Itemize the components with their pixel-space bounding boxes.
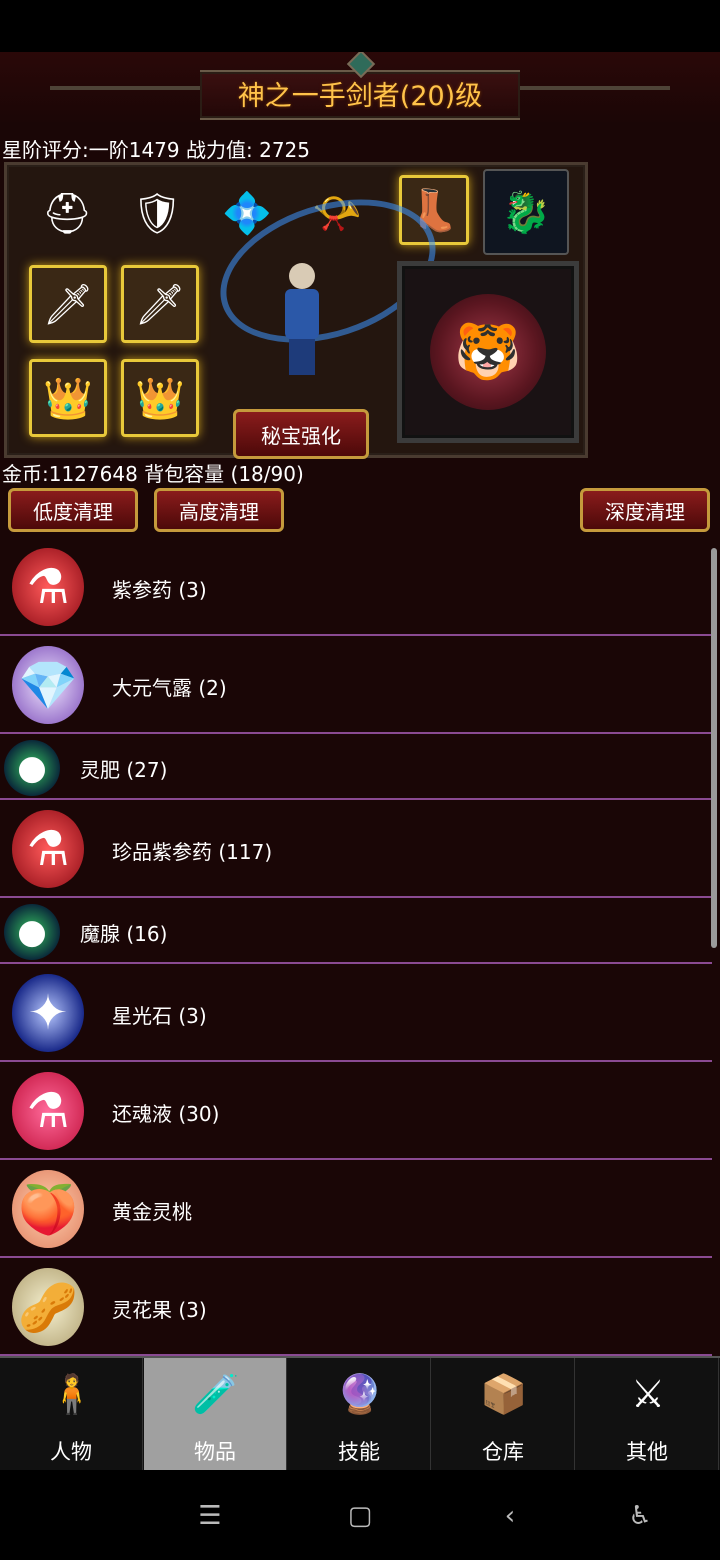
item-name: 还魂液 (30) xyxy=(112,1102,220,1126)
list-item[interactable]: ● 魔腺 (16) xyxy=(0,898,712,964)
orb-icon: ● xyxy=(4,904,60,960)
gold-and-bag-capacity: 金币:1127648 背包容量 (18/90) xyxy=(2,462,304,486)
tab-label: 技能 xyxy=(338,1440,380,1464)
back-icon[interactable]: ‹ xyxy=(490,1498,530,1534)
tab-label: 其他 xyxy=(626,1440,668,1464)
inventory-scrollbar[interactable] xyxy=(711,548,717,948)
high-clean-button[interactable]: 高度清理 xyxy=(154,488,284,532)
deep-clean-button[interactable]: 深度清理 xyxy=(580,488,710,532)
list-item[interactable]: ⚗ 珍品紫参药 (117) xyxy=(0,800,712,898)
peach-icon: 🍑 xyxy=(12,1170,84,1248)
potion-bag-icon: 🧪 xyxy=(192,1371,240,1416)
equipment-panel: ⛑ 🛡 💠 📯 👢 🐉 🗡 🗡 👑 👑 🐯 秘宝强化 xyxy=(4,162,588,459)
nut-icon: 🥜 xyxy=(12,1268,84,1346)
helmet-slot[interactable]: ⛑ xyxy=(31,177,103,249)
tab-items[interactable]: 🧪 物品 xyxy=(144,1358,287,1470)
sword-shield-icon: ⚔ xyxy=(630,1372,666,1416)
storage-icon: 📦 xyxy=(480,1371,528,1416)
status-bar xyxy=(0,0,720,52)
title-banner: 神之一手剑者(20)级 xyxy=(0,52,720,122)
character-title: 神之一手剑者(20)级 xyxy=(237,81,483,112)
menu-icon[interactable]: ☰ xyxy=(190,1498,230,1534)
tab-other[interactable]: ⚔ 其他 xyxy=(576,1358,719,1470)
item-name: 魔腺 (16) xyxy=(80,922,168,946)
accessibility-icon[interactable]: ♿ xyxy=(620,1498,660,1534)
list-item[interactable]: ⚗ 还魂液 (30) xyxy=(0,1062,712,1160)
character-avatar xyxy=(247,253,357,403)
crown-slot-1[interactable]: 👑 xyxy=(29,359,107,437)
tab-storage[interactable]: 📦 仓库 xyxy=(432,1358,575,1470)
item-name: 大元气露 (2) xyxy=(112,676,227,700)
inventory-list: ⚗ 紫参药 (3) 💎 大元气露 (2) ● 灵肥 (27) ⚗ 珍品紫参药 (… xyxy=(0,538,712,1408)
crown-icon: 👑 xyxy=(43,375,93,422)
armor-slot[interactable]: 🛡 xyxy=(121,177,193,249)
item-name: 星光石 (3) xyxy=(112,1004,207,1028)
tiger-pet-icon: 🐯 xyxy=(430,294,546,410)
crown-slot-2[interactable]: 👑 xyxy=(121,359,199,437)
system-navigation-bar: ☰ ▢ ‹ ♿ xyxy=(0,1470,720,1560)
bottom-nav: 🧍 人物 🧪 物品 🔮 技能 📦 仓库 ⚔ 其他 xyxy=(0,1356,720,1470)
weapon-slot-1[interactable]: 🗡 xyxy=(29,265,107,343)
red-potion-icon: ⚗ xyxy=(12,810,84,888)
skill-orb-icon: 🔮 xyxy=(336,1371,384,1416)
treasure-enhance-button[interactable]: 秘宝强化 xyxy=(233,409,369,459)
sword-icon: 🗡 xyxy=(42,281,94,328)
list-item[interactable]: 🥜 灵花果 (3) xyxy=(0,1258,712,1356)
pink-potion-icon: ⚗ xyxy=(12,1072,84,1150)
item-name: 灵肥 (27) xyxy=(80,758,168,782)
star-stone-icon: ✦ xyxy=(12,974,84,1052)
home-icon[interactable]: ▢ xyxy=(340,1498,380,1534)
red-potion-icon: ⚗ xyxy=(12,548,84,626)
list-item[interactable]: ⚗ 紫参药 (3) xyxy=(0,538,712,636)
game-screen: 神之一手剑者(20)级 星阶评分:一阶1479 战力值: 2725 ⛑ 🛡 💠 … xyxy=(0,52,720,1470)
list-item[interactable]: 🍑 黄金灵桃 xyxy=(0,1160,712,1258)
list-item[interactable]: 💎 大元气露 (2) xyxy=(0,636,712,734)
tab-label: 物品 xyxy=(194,1440,236,1464)
item-name: 珍品紫参药 (117) xyxy=(112,840,273,864)
orb-icon: ● xyxy=(4,740,60,796)
item-name: 紫参药 (3) xyxy=(112,578,207,602)
tab-character[interactable]: 🧍 人物 xyxy=(0,1358,143,1470)
low-clean-button[interactable]: 低度清理 xyxy=(8,488,138,532)
item-name: 灵花果 (3) xyxy=(112,1298,207,1322)
dragon-mount-icon: 🐉 xyxy=(501,189,551,236)
list-item[interactable]: ✦ 星光石 (3) xyxy=(0,964,712,1062)
sword-icon: 🗡 xyxy=(134,281,186,328)
crown-icon: 👑 xyxy=(135,375,185,422)
tab-skills[interactable]: 🔮 技能 xyxy=(288,1358,431,1470)
mount-slot[interactable]: 🐉 xyxy=(483,169,569,255)
armor-icon: 🛡 xyxy=(131,190,183,237)
star-rating-and-power: 星阶评分:一阶1479 战力值: 2725 xyxy=(2,138,310,162)
item-name: 黄金灵桃 xyxy=(112,1200,192,1224)
helmet-icon: ⛑ xyxy=(41,190,93,237)
list-item[interactable]: ● 灵肥 (27) xyxy=(0,734,712,800)
weapon-slot-2[interactable]: 🗡 xyxy=(121,265,199,343)
character-icon: 🧍 xyxy=(48,1371,96,1416)
tab-label: 仓库 xyxy=(482,1440,524,1464)
crystal-icon: 💎 xyxy=(12,646,84,724)
pet-portrait-frame[interactable]: 🐯 xyxy=(397,261,579,443)
tab-label: 人物 xyxy=(50,1440,92,1464)
